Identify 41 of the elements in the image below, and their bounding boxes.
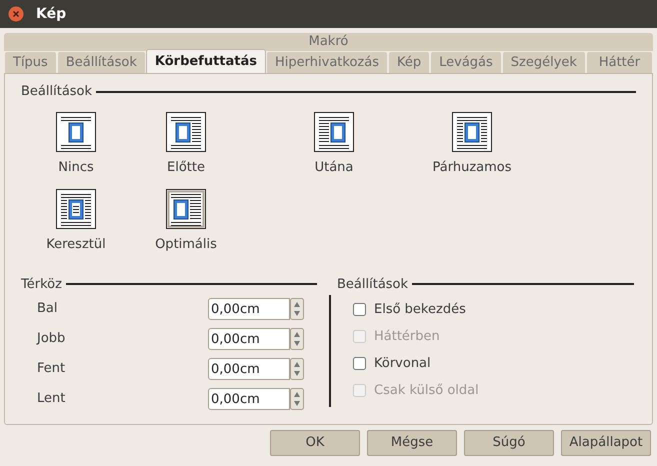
section-title: Térköz — [21, 276, 62, 294]
field-label: Lent — [37, 390, 66, 408]
checkbox-label: Körvonal — [374, 354, 431, 373]
field-label: Bal — [37, 300, 58, 318]
field-label: Fent — [37, 360, 66, 378]
wrap-option-label[interactable]: Nincs — [58, 158, 94, 177]
window-title: Kép — [36, 4, 66, 24]
wrap-option-label[interactable]: Párhuzamos — [432, 158, 512, 177]
wrap-option-label[interactable]: Keresztül — [46, 235, 106, 254]
wrap-option-label[interactable]: Optimális — [155, 235, 217, 254]
wrap-none-icon[interactable] — [56, 112, 96, 152]
spin-arrows-icon[interactable] — [290, 298, 304, 320]
tab[interactable]: Körbefuttatás — [146, 49, 266, 73]
dialog-button[interactable]: Alapállapot — [561, 430, 651, 456]
spin-field[interactable]: 0,00cm — [208, 328, 290, 350]
wrap-before-icon[interactable] — [166, 112, 206, 152]
close-icon[interactable] — [8, 6, 24, 22]
spin-arrows-icon[interactable] — [290, 328, 304, 350]
dialog-button[interactable]: Súgó — [464, 430, 554, 456]
tab-group-label: Makró — [4, 33, 653, 51]
dialog-button[interactable]: Mégse — [367, 430, 457, 456]
wrap-option-label[interactable]: Előtte — [167, 158, 205, 177]
wrap-through-icon[interactable] — [56, 189, 96, 229]
section-title: Beállítások — [21, 83, 92, 101]
wrap-after-icon[interactable] — [314, 112, 354, 152]
spin-field[interactable]: 0,00cm — [208, 298, 290, 320]
spin-field[interactable]: 0,00cm — [208, 388, 290, 410]
spin-arrows-icon[interactable] — [290, 358, 304, 380]
checkbox-label: Háttérben — [374, 328, 440, 346]
wrap-parallel-icon[interactable] — [452, 112, 492, 152]
wrap-option-label[interactable]: Utána — [314, 158, 354, 177]
checkbox-label: Csak külső oldal — [374, 382, 479, 400]
section-title: Beállítások — [337, 276, 408, 294]
checkbox[interactable] — [353, 303, 366, 316]
checkbox[interactable] — [353, 357, 366, 370]
spin-field[interactable]: 0,00cm — [208, 358, 290, 380]
dialog-button[interactable]: OK — [270, 430, 360, 456]
wrap-optimal-icon[interactable] — [166, 189, 206, 229]
field-label: Jobb — [37, 330, 66, 348]
spin-arrows-icon[interactable] — [290, 388, 304, 410]
checkbox-label: Első bekezdés — [374, 300, 466, 319]
